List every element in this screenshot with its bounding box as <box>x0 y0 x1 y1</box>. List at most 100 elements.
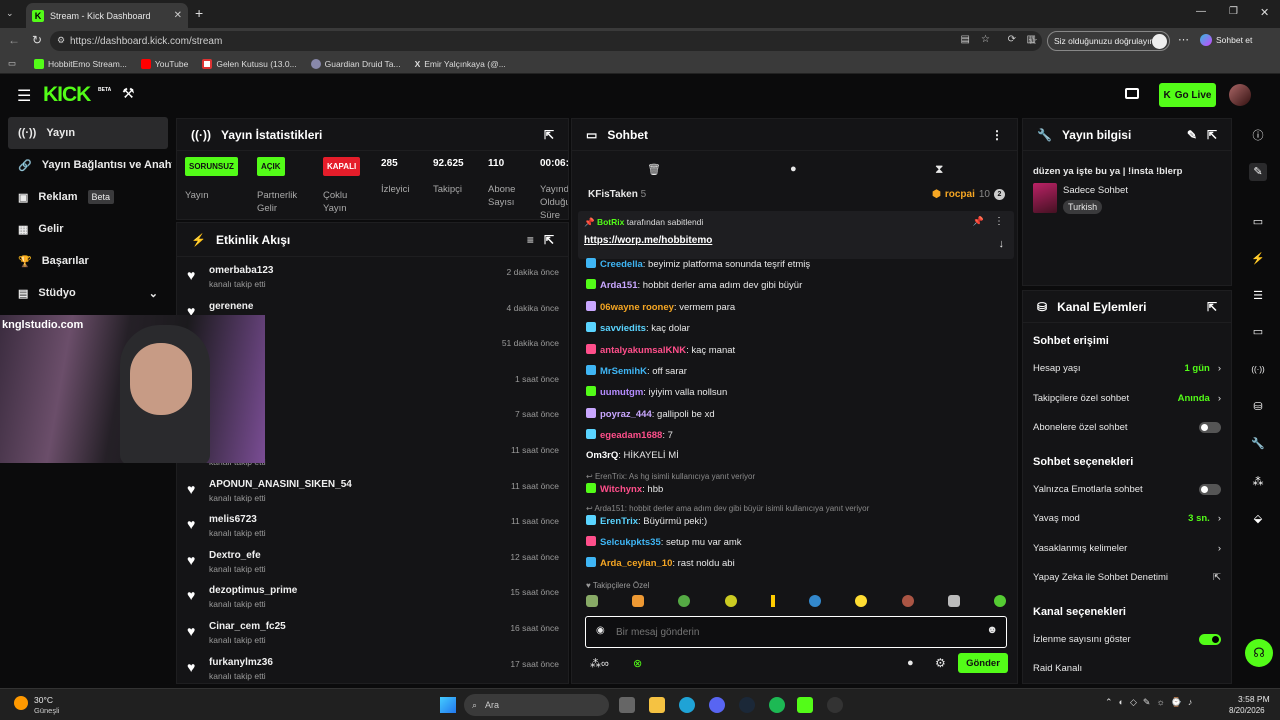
emote-icon[interactable] <box>724 595 737 607</box>
edit-icon[interactable]: ✎ <box>1187 128 1197 142</box>
bookmark-item[interactable]: X Emir Yalçınkaya (@... <box>415 59 506 69</box>
chat-username[interactable]: ErenTrix <box>600 516 638 527</box>
chat-message-input[interactable] <box>616 623 976 641</box>
support-chat-button[interactable]: ☊ <box>1245 639 1273 667</box>
kick-icon[interactable] <box>797 697 813 713</box>
sidebar-item-studio[interactable]: ▤ Stüdyo ⌄ <box>0 277 172 309</box>
record-icon[interactable]: ◉ <box>596 625 605 636</box>
clock-date[interactable]: 8/20/2026 <box>1229 706 1265 715</box>
kick-extension-icon[interactable]: ⊗ <box>633 657 642 670</box>
sidebar-item-stream-key[interactable]: 🔗 Yayın Bağlantısı ve Anahtarı <box>0 149 172 181</box>
action-row[interactable]: Yasaklanmış kelimeler › <box>1033 543 1221 554</box>
stats-icon[interactable]: ▭ <box>1249 213 1267 231</box>
tab-list-button[interactable]: ⌄ <box>6 8 20 20</box>
emote-icon[interactable] <box>586 595 598 607</box>
chat-username[interactable]: antalyakumsalKNK <box>600 345 686 356</box>
emote-icon[interactable] <box>770 595 775 607</box>
emote-icon[interactable] <box>809 595 822 607</box>
emoji-icon[interactable]: ☻ <box>986 624 998 636</box>
chat-username[interactable]: 06wayne rooney <box>600 302 674 313</box>
obs-icon[interactable] <box>827 697 843 713</box>
edit-icon[interactable]: ✎ <box>1249 163 1267 181</box>
popout-icon[interactable]: ⇱ <box>1207 300 1217 314</box>
gear-icon[interactable]: ⚙ <box>935 656 946 670</box>
back-icon[interactable]: ← <box>8 33 20 47</box>
bookmark-item[interactable]: YouTube <box>140 58 188 69</box>
popout-icon[interactable]: ⇱ <box>544 128 554 142</box>
chat-bubble-icon[interactable]: ● <box>790 163 797 175</box>
activity-user[interactable]: melis6723 <box>209 514 257 525</box>
share-icon[interactable]: ⁂ <box>1249 473 1267 491</box>
arrow-down-icon[interactable]: ↓ <box>999 238 1005 250</box>
more-menu-icon[interactable]: ⋯ <box>1178 33 1189 46</box>
filter-icon[interactable]: ≡ <box>527 233 534 247</box>
minimize-button[interactable]: — <box>1196 6 1206 17</box>
toggle-switch[interactable] <box>1199 633 1221 645</box>
system-tray[interactable]: ⌃◐◇✎☼⌚♪ <box>1105 697 1198 708</box>
copilot-button[interactable]: Sohbet et <box>1200 34 1252 46</box>
favorite-star-icon[interactable]: ☆ <box>981 34 990 45</box>
toggle-switch[interactable] <box>1199 422 1221 433</box>
discord-icon[interactable] <box>709 697 725 713</box>
chat-username[interactable]: Selcukpkts35 <box>600 537 661 548</box>
info-icon[interactable]: ⓘ <box>1249 127 1267 145</box>
activity-user[interactable]: APONUN_ANASINI_SIKEN_54 <box>209 479 352 490</box>
chat-username[interactable]: MrSemihK <box>600 366 647 377</box>
menu-icon[interactable]: ☰ <box>17 86 31 106</box>
bookmark-item[interactable]: Gelen Kutusu (13.0... <box>202 58 297 69</box>
url-field[interactable]: ⚙ https://dashboard.kick.com/stream ▤ ☆ … <box>50 31 1042 51</box>
chat-settings-icon[interactable]: ⁂∞ <box>590 657 609 670</box>
action-row[interactable]: Hesap yaşı 1 gün › <box>1033 363 1221 374</box>
popout-icon[interactable]: ⇱ <box>1207 128 1217 142</box>
action-row[interactable]: Raid Kanalı <box>1033 663 1221 674</box>
activity-user[interactable]: dezoptimus_prime <box>209 585 297 596</box>
action-row[interactable]: Yapay Zeka ile Sohbet Denetimi ⇱ <box>1033 572 1221 583</box>
extensions-icon[interactable]: ⟳ <box>1008 34 1016 45</box>
tag-icon[interactable]: ⬙ <box>1249 510 1267 528</box>
activity-user[interactable]: omerbaba123 <box>209 265 273 276</box>
avatar[interactable] <box>1229 84 1251 106</box>
window-close-button[interactable]: ✕ <box>1260 6 1269 19</box>
chat-username[interactable]: savviedits <box>600 323 646 334</box>
favorites-icon[interactable]: ☆ <box>1028 34 1038 47</box>
action-row[interactable]: Yalnızca Emotlarla sohbet <box>1033 483 1221 495</box>
chat-username[interactable]: Arda151 <box>600 280 638 291</box>
sidebar-item-revenue[interactable]: ▦ Gelir <box>0 213 172 245</box>
lightning-icon[interactable]: ⚡ <box>1249 250 1267 268</box>
activity-user[interactable]: furkanylmz36 <box>209 657 273 668</box>
sidebar-item-ads[interactable]: ▣ Reklam Beta <box>0 181 172 213</box>
chat-icon[interactable]: ▭ <box>1249 323 1267 341</box>
more-vertical-icon[interactable]: ⋮ <box>991 128 1003 142</box>
pinned-link[interactable]: https://worp.me/hobbitemo <box>584 235 712 246</box>
emote-icon[interactable] <box>993 595 1006 607</box>
more-vertical-icon[interactable]: ⋮ <box>994 216 1004 227</box>
spotify-icon[interactable] <box>769 697 785 713</box>
emote-icon[interactable] <box>678 595 691 607</box>
action-row[interactable]: Abonelere özel sohbet <box>1033 422 1221 433</box>
action-row[interactable]: Takipçilere özel sohbet Anında › <box>1033 393 1221 404</box>
sidebar-item-stream[interactable]: ((·)) Yayın <box>8 117 168 149</box>
edge-icon[interactable] <box>679 697 695 713</box>
sidebar-item-achievements[interactable]: 🏆 Başarılar <box>0 245 172 277</box>
activity-user[interactable]: Cinar_cem_fc25 <box>209 621 286 632</box>
go-live-button[interactable]: K Go Live <box>1159 83 1216 107</box>
emote-icon[interactable] <box>855 595 868 607</box>
chat-username[interactable]: Om3rQ <box>586 450 618 461</box>
activity-user[interactable]: gerenene <box>209 301 253 312</box>
wrench-icon[interactable]: 🔧 <box>1249 435 1267 453</box>
weather-icon[interactable] <box>14 696 28 710</box>
action-row[interactable]: İzlenme sayısını göster <box>1033 633 1221 645</box>
actions-icon[interactable]: ⛁ <box>1249 398 1267 416</box>
chat-bubble-icon[interactable]: ● <box>907 657 914 669</box>
external-link-icon[interactable]: ⇱ <box>1213 572 1221 583</box>
theatre-icon[interactable] <box>1125 88 1139 99</box>
broadcast-icon[interactable]: ((·)) <box>1249 361 1267 379</box>
file-explorer-icon[interactable] <box>649 697 665 713</box>
tab-close-icon[interactable]: ✕ <box>174 10 182 21</box>
read-mode-icon[interactable]: ▤ <box>961 34 970 45</box>
chat-username[interactable]: poyraz_444 <box>600 409 652 420</box>
bookmark-item[interactable]: Guardian Druid Ta... <box>310 58 401 69</box>
sidebar-toggle-icon[interactable]: ▭ <box>8 58 16 69</box>
chat-username[interactable]: uumutgm <box>600 387 643 398</box>
send-button[interactable]: Gönder <box>958 653 1008 673</box>
